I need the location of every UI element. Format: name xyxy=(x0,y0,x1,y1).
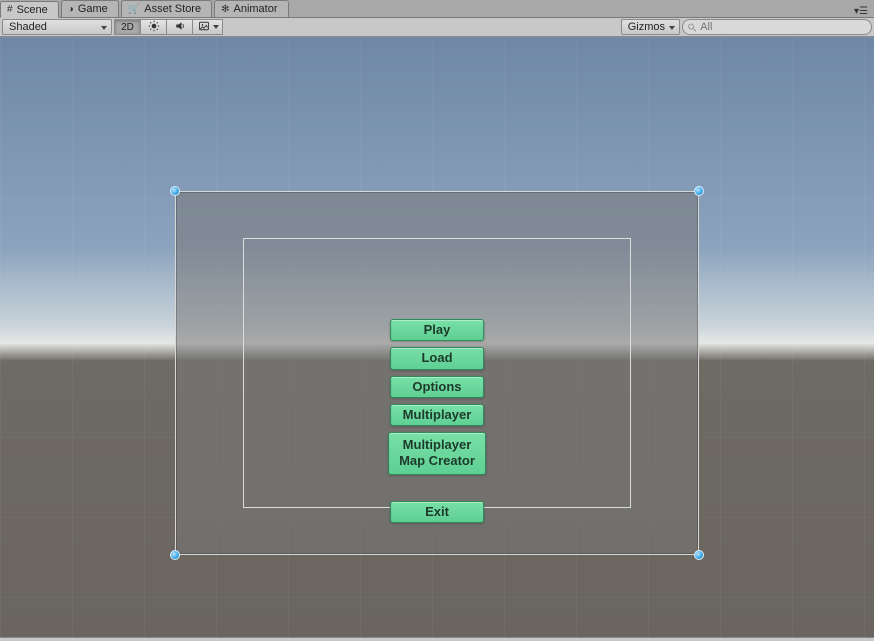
scene-search-input[interactable] xyxy=(700,21,865,33)
asset-store-icon: 🛒 xyxy=(128,4,140,15)
tab-game-label: Game xyxy=(78,3,108,15)
render-mode-dropdown[interactable]: Shaded xyxy=(2,19,112,35)
toggle-2d-label: 2D xyxy=(121,22,134,33)
sun-icon xyxy=(148,20,160,35)
editor-tab-strip: # Scene ◑ Game 🛒 Asset Store ✻ Animator … xyxy=(0,0,874,18)
toggle-audio-button[interactable] xyxy=(166,19,192,35)
canvas-handle-top-right[interactable] xyxy=(694,186,704,196)
render-mode-value: Shaded xyxy=(9,21,47,33)
tab-asset-store[interactable]: 🛒 Asset Store xyxy=(121,0,212,17)
tab-scene[interactable]: # Scene xyxy=(0,1,59,18)
scene-icon: # xyxy=(7,4,13,15)
scene-toolbar: Shaded 2D Gizmos xyxy=(0,18,874,37)
gizmos-dropdown[interactable]: Gizmos xyxy=(621,19,680,35)
ui-panel-rect[interactable]: Play Load Options Multiplayer Multiplaye… xyxy=(243,238,631,508)
image-icon xyxy=(198,20,210,35)
scene-search[interactable] xyxy=(682,19,872,35)
multiplayer-button[interactable]: Multiplayer xyxy=(390,404,484,426)
tab-strip-overflow-menu[interactable]: ▾☰ xyxy=(848,6,874,17)
audio-icon xyxy=(174,20,186,35)
scene-viewport[interactable]: Play Load Options Multiplayer Multiplaye… xyxy=(0,37,874,637)
editor-bottom-border xyxy=(0,637,874,641)
tab-asset-store-label: Asset Store xyxy=(144,3,201,15)
toggle-fx-button[interactable] xyxy=(192,19,223,35)
options-button[interactable]: Options xyxy=(390,376,484,398)
view-toggle-group: 2D xyxy=(114,19,223,35)
load-button[interactable]: Load xyxy=(390,347,484,369)
exit-button[interactable]: Exit xyxy=(390,501,484,523)
play-button[interactable]: Play xyxy=(390,319,484,341)
canvas-handle-bottom-left[interactable] xyxy=(170,550,180,560)
toggle-2d-button[interactable]: 2D xyxy=(114,19,140,35)
multiplayer-map-creator-button[interactable]: Multiplayer Map Creator xyxy=(388,432,486,475)
canvas-handle-top-left[interactable] xyxy=(170,186,180,196)
tab-game[interactable]: ◑ Game xyxy=(61,0,119,17)
tab-animator[interactable]: ✻ Animator xyxy=(214,0,288,17)
tab-scene-label: Scene xyxy=(17,4,48,16)
toggle-lighting-button[interactable] xyxy=(140,19,166,35)
tab-animator-label: Animator xyxy=(233,3,277,15)
search-icon xyxy=(687,22,697,33)
game-icon: ◑ xyxy=(68,4,74,15)
animator-icon: ✻ xyxy=(221,4,229,15)
main-menu-stack: Play Load Options Multiplayer Multiplaye… xyxy=(388,319,486,523)
gizmos-label: Gizmos xyxy=(628,21,665,33)
ui-canvas-rect[interactable]: Play Load Options Multiplayer Multiplaye… xyxy=(175,191,699,555)
chevron-down-icon xyxy=(213,25,219,29)
canvas-handle-bottom-right[interactable] xyxy=(694,550,704,560)
